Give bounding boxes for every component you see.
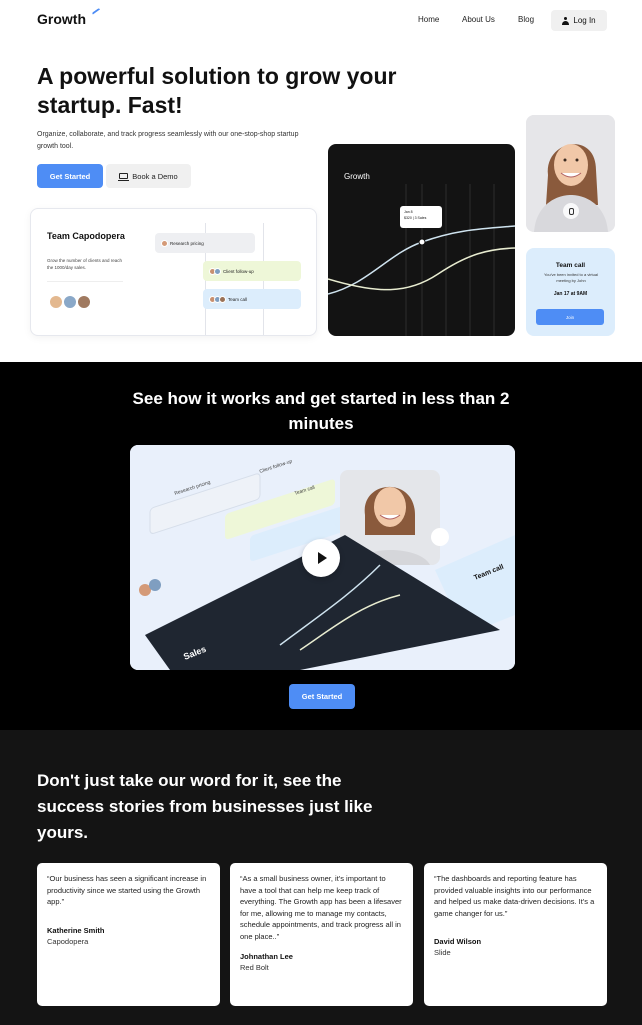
section-title: See how it works and get started in less… — [132, 389, 510, 433]
testimonials-section: Don't just take our word for it, see the… — [0, 730, 642, 1025]
team-call-card: Team call You've been invited to a virtu… — [526, 248, 615, 336]
task-label: Client follow-up — [223, 268, 254, 274]
play-icon — [318, 552, 327, 564]
testimonials-title: Don't just take our word for it, see the… — [37, 771, 373, 842]
team-card: Team Capodopera Grow the number of clien… — [30, 208, 317, 336]
nav-link-about[interactable]: About Us — [462, 15, 495, 24]
testimonial-company: Red Bolt — [240, 963, 269, 972]
join-button[interactable]: Join — [536, 309, 604, 325]
book-demo-label: Book a Demo — [132, 171, 178, 181]
hero-title: A powerful solution to grow your startup… — [37, 63, 397, 118]
divider — [47, 281, 123, 282]
task-research-pricing[interactable]: Research pricing — [155, 233, 255, 253]
chart-tooltip: Jan 8 $320 | 3 Sales — [400, 206, 442, 228]
hero-subtitle: Organize, collaborate, and track progres… — [37, 131, 299, 150]
task-label: Research pricing — [170, 240, 204, 246]
testimonial-card: “Our business has seen a significant inc… — [37, 863, 220, 1006]
team-card-title: Team Capodopera — [47, 231, 125, 241]
task-label: Team call — [228, 296, 248, 302]
growth-card-title: Growth — [344, 172, 370, 181]
user-icon — [562, 16, 570, 25]
testimonial-card: “As a small business owner, it's importa… — [230, 863, 413, 1006]
team-card-description: Grow the number of clients and reach the… — [47, 258, 123, 270]
video-player[interactable]: Research pricing Client follow-up Team c… — [130, 445, 515, 670]
task-avatars — [161, 239, 168, 247]
testimonial-company: Slide — [434, 948, 451, 957]
microphone-icon[interactable] — [563, 203, 579, 219]
login-button[interactable]: Log In — [551, 10, 607, 31]
nav-link-home[interactable]: Home — [418, 15, 439, 24]
get-started-button-secondary[interactable]: Get Started — [289, 684, 355, 709]
nav-link-blog[interactable]: Blog — [518, 15, 534, 24]
task-team-call[interactable]: Team call — [203, 289, 301, 309]
how-it-works-section: See how it works and get started in less… — [0, 362, 642, 730]
testimonial-card: “The dashboards and reporting feature ha… — [424, 863, 607, 1006]
task-avatars — [209, 267, 221, 275]
get-started-button[interactable]: Get Started — [37, 164, 103, 188]
avatar — [63, 295, 77, 309]
laptop-icon — [118, 173, 130, 181]
profile-photo — [526, 115, 615, 232]
testimonial-quote: “The dashboards and reporting feature ha… — [434, 874, 595, 918]
testimonial-quote: “As a small business owner, it's importa… — [240, 874, 402, 941]
book-demo-button[interactable]: Book a Demo — [106, 164, 191, 188]
login-label: Log In — [573, 16, 596, 25]
testimonial-company: Capodopera — [47, 936, 89, 946]
testimonial-name: Katherine Smith — [47, 925, 105, 935]
top-nav: Growth Home About Us Blog Log In — [0, 0, 642, 40]
tooltip-value: $320 | 3 Sales — [404, 216, 427, 220]
task-client-follow-up[interactable]: Client follow-up — [203, 261, 301, 281]
play-button[interactable] — [302, 539, 340, 577]
call-description: You've been invited to a virtual meeting… — [544, 272, 598, 283]
call-title: Team call — [555, 262, 586, 269]
testimonial-name: David Wilson — [434, 937, 482, 946]
logo-mark-icon — [91, 7, 102, 17]
avatar — [49, 295, 63, 309]
growth-chart-card: Growth Jan 8 $320 | 3 Sales — [328, 144, 515, 336]
testimonial-quote: “Our business has seen a significant inc… — [47, 874, 207, 906]
call-date: Jan 17 at 9AM — [553, 291, 588, 297]
task-avatars — [209, 295, 226, 303]
testimonial-name: Johnathan Lee — [240, 952, 293, 961]
avatar — [77, 295, 91, 309]
logo[interactable]: Growth — [37, 11, 86, 27]
